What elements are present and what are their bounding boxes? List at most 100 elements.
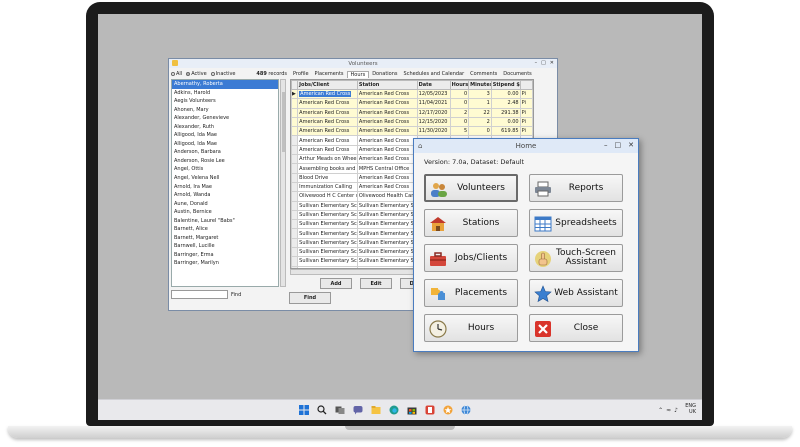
- table-cell[interactable]: 3: [468, 88, 492, 100]
- table-cell[interactable]: 12/05/2023: [416, 88, 451, 100]
- table-cell[interactable]: 2: [468, 116, 492, 128]
- table-row[interactable]: American Red Cross American Red Cross 12/1…: [291, 116, 533, 128]
- tab-donations[interactable]: Donations: [369, 71, 400, 77]
- maximize-icon[interactable]: □: [541, 60, 546, 66]
- table-cell[interactable]: American Red Cross: [356, 154, 418, 165]
- spreadsheets-button[interactable]: Spreadsheets: [529, 209, 623, 237]
- web-assistant-button[interactable]: Web Assistant: [529, 279, 623, 307]
- table-cell[interactable]: 291.38: [490, 107, 521, 118]
- column-header[interactable]: Date: [416, 80, 451, 90]
- volunteer-list-item[interactable]: Barnett, Margaret: [172, 234, 278, 243]
- table-cell[interactable]: American Red Cross: [356, 126, 418, 137]
- table-cell[interactable]: 619.85: [490, 126, 521, 137]
- table-cell[interactable]: Sullivan Elementary Scho: [297, 200, 358, 211]
- table-cell[interactable]: 5: [449, 126, 470, 137]
- tab-profile[interactable]: Profile: [290, 71, 312, 77]
- table-cell[interactable]: American Red Cross: [356, 98, 418, 109]
- tab-comments[interactable]: Comments: [467, 71, 500, 77]
- stations-button[interactable]: Stations: [424, 209, 518, 237]
- volunteer-list-item[interactable]: Austin, Bernice: [172, 208, 278, 217]
- app-star-icon[interactable]: [443, 405, 453, 415]
- table-cell[interactable]: Arthur Meads on Wheels: [297, 154, 358, 165]
- add-button[interactable]: Add: [320, 278, 352, 289]
- volunteer-list-item[interactable]: Barnwell, Lucille: [172, 242, 278, 251]
- find-button[interactable]: Find: [289, 292, 331, 304]
- volunteer-list-item[interactable]: Aune, Donald: [172, 200, 278, 209]
- volunteer-name-list[interactable]: Abernathy, Roberta Adkins, Harold Aegis Vo…: [171, 79, 279, 287]
- edit-button[interactable]: Edit: [360, 278, 392, 289]
- table-cell[interactable]: Sullivan Elementary Scho: [356, 247, 418, 258]
- table-cell[interactable]: 2.48: [490, 98, 521, 109]
- volunteer-list-item[interactable]: Balentine, Laurel "Babs": [172, 217, 278, 226]
- table-cell[interactable]: 0: [449, 116, 470, 128]
- volunteer-list-item[interactable]: Angel, Velena Nell: [172, 174, 278, 183]
- table-cell[interactable]: Sullivan Elementary Scho: [356, 256, 418, 267]
- file-explorer-icon[interactable]: [371, 405, 381, 415]
- volunteer-list-item[interactable]: Anderson, Rosie Lee: [172, 157, 278, 166]
- reports-button[interactable]: Reports: [529, 174, 623, 202]
- table-cell[interactable]: 1: [468, 98, 492, 109]
- volunteers-button[interactable]: Volunteers: [424, 174, 518, 202]
- chevron-up-icon[interactable]: ⌃: [658, 407, 663, 414]
- table-cell[interactable]: American Red Cross: [297, 135, 358, 146]
- table-cell[interactable]: American Red Cross: [356, 107, 418, 118]
- table-cell[interactable]: American Red Cross: [297, 88, 358, 100]
- volunteer-list-item[interactable]: Angel, Ottis: [172, 165, 278, 174]
- search-icon[interactable]: [317, 405, 327, 415]
- table-cell[interactable]: Blood Drive: [297, 172, 358, 183]
- table-cell[interactable]: American Red Cross: [297, 144, 358, 156]
- table-cell[interactable]: 12/15/2020: [416, 116, 451, 128]
- task-view-icon[interactable]: [335, 405, 345, 415]
- tab-schedules-and-calendar[interactable]: Schedules and Calendar: [401, 71, 468, 77]
- close-icon[interactable]: ✕: [550, 60, 554, 66]
- table-cell[interactable]: Pi: [519, 126, 533, 137]
- tab-documents[interactable]: Documents: [500, 71, 535, 77]
- volunteer-list-item[interactable]: Aegis Volunteers: [172, 97, 278, 106]
- hours-button[interactable]: Hours: [424, 314, 518, 342]
- table-cell[interactable]: Sullivan Elementary Scho: [356, 237, 418, 249]
- start-icon[interactable]: [299, 405, 309, 415]
- table-cell[interactable]: Sullivan Elementary Scho: [297, 209, 358, 221]
- volunteer-list-item[interactable]: Ahonen, Mary: [172, 106, 278, 115]
- close-icon[interactable]: ✕: [628, 141, 634, 149]
- placements-button[interactable]: Placements: [424, 279, 518, 307]
- table-cell[interactable]: 12/17/2020: [416, 107, 451, 118]
- home-titlebar[interactable]: ⌂ Home – □ ✕: [414, 139, 638, 153]
- table-cell[interactable]: 0.00: [490, 88, 521, 100]
- table-row[interactable]: American Red Cross American Red Cross 11/3…: [291, 126, 533, 137]
- table-cell[interactable]: American Red Cross: [297, 116, 358, 128]
- table-cell[interactable]: Pi: [519, 116, 533, 128]
- table-cell[interactable]: Sullivan Elementary Scho: [297, 228, 358, 239]
- table-cell[interactable]: 0: [449, 88, 470, 100]
- table-cell[interactable]: Sullivan Elementary Scho: [356, 209, 418, 221]
- table-cell[interactable]: MPHS Central Office: [356, 163, 418, 174]
- table-cell[interactable]: Pi: [519, 98, 533, 109]
- volunteer-list-item[interactable]: Alligood, Ida Mae: [172, 140, 278, 149]
- table-cell[interactable]: Sullivan Elementary Scho: [297, 247, 358, 258]
- table-row[interactable]: American Red Cross American Red Cross 12/1…: [291, 107, 533, 118]
- table-cell[interactable]: Pi: [519, 88, 533, 100]
- table-cell[interactable]: 0: [449, 98, 470, 109]
- column-header[interactable]: Station: [356, 80, 418, 90]
- filter-all[interactable]: All: [171, 71, 182, 77]
- table-cell[interactable]: American Red Cross: [356, 116, 418, 128]
- table-cell[interactable]: 11/30/2020: [416, 126, 451, 137]
- minimize-icon[interactable]: –: [535, 60, 538, 66]
- table-cell[interactable]: 11/04/2021: [416, 98, 451, 109]
- scrollbar-thumb[interactable]: [282, 92, 285, 152]
- table-cell[interactable]: American Red Cross: [297, 126, 358, 137]
- table-cell[interactable]: Olivewood H C Center wo: [297, 191, 358, 202]
- volunteer-list-item[interactable]: Barringer, Marilyn: [172, 259, 278, 268]
- filter-inactive[interactable]: Inactive: [210, 71, 236, 77]
- column-header[interactable]: [519, 80, 533, 90]
- column-header[interactable]: Stipend $: [490, 80, 521, 90]
- jobs-clients-button[interactable]: Jobs/Clients: [424, 244, 518, 272]
- language-indicator[interactable]: ENG UK: [685, 403, 696, 415]
- system-tray-icons[interactable]: ⌃ ≈ ♪: [658, 407, 678, 414]
- table-cell[interactable]: American Red Cross: [356, 135, 418, 146]
- table-row[interactable]: American Red Cross American Red Cross 11/0…: [291, 98, 533, 109]
- table-cell[interactable]: American Red Cross: [297, 98, 358, 109]
- table-cell[interactable]: American Red Cross: [356, 144, 418, 156]
- volunteers-titlebar[interactable]: Volunteers – □ ✕: [169, 59, 557, 68]
- table-cell[interactable]: Sullivan Elementary Scho: [356, 219, 418, 230]
